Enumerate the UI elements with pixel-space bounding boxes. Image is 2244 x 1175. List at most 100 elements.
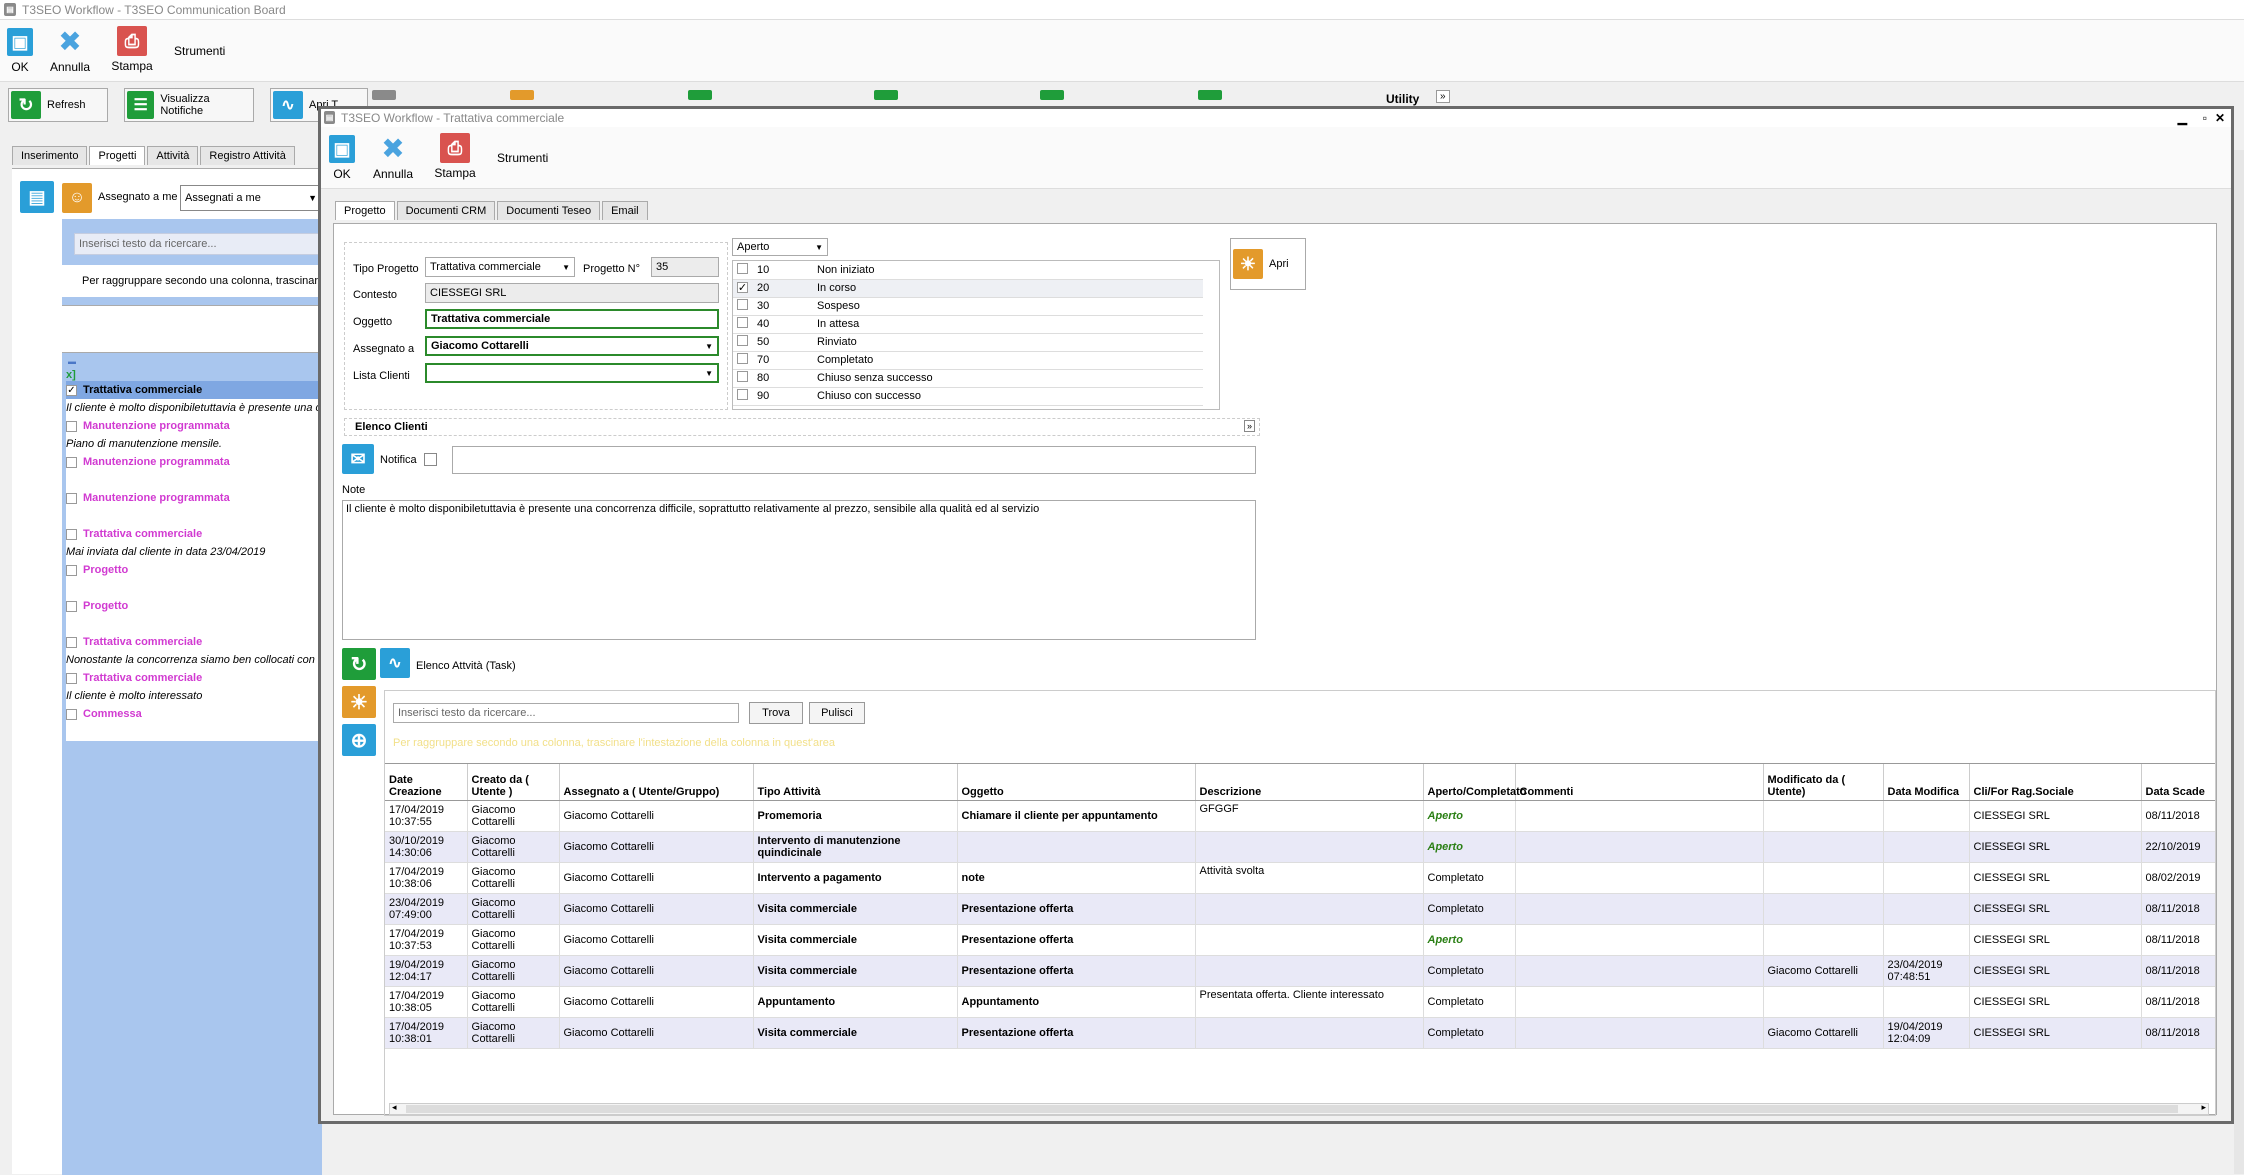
- scrollbar-thumb[interactable]: [406, 1105, 2178, 1113]
- status-row[interactable]: 90 Chiuso con successo: [733, 387, 1203, 406]
- trova-button[interactable]: Trova: [749, 702, 803, 724]
- tab-registro-attivita[interactable]: Registro Attività: [200, 146, 295, 165]
- minimize-icon[interactable]: ▁: [2178, 109, 2187, 127]
- left-item-checkbox[interactable]: [66, 456, 77, 468]
- left-list-item[interactable]: Trattativa commerciale Mai inviata dal cl…: [62, 525, 322, 561]
- grid-header-cell[interactable]: Descrizione: [1195, 764, 1424, 801]
- excel-icon[interactable]: x]: [66, 369, 76, 381]
- oggetto-input[interactable]: Trattativa commerciale: [425, 309, 719, 329]
- status-checkbox[interactable]: [737, 389, 748, 400]
- left-item-checkbox[interactable]: [66, 600, 77, 612]
- status-checkbox[interactable]: ✓: [737, 282, 748, 294]
- status-row[interactable]: ✓ 20 In corso: [733, 279, 1203, 298]
- dialog-stampa-button[interactable]: ⎙ Stampa: [433, 133, 477, 180]
- status-row[interactable]: 30 Sospeso: [733, 297, 1203, 316]
- pulisci-button[interactable]: Pulisci: [809, 702, 865, 724]
- grid-header-cell[interactable]: Assegnato a ( Utente/Gruppo): [559, 764, 754, 801]
- grid-header-cell[interactable]: Commenti: [1515, 764, 1764, 801]
- left-item-checkbox[interactable]: [66, 708, 77, 720]
- status-checkbox[interactable]: [737, 262, 748, 274]
- main-annulla-button[interactable]: ✖ Annulla: [46, 28, 94, 75]
- grid-header-cell[interactable]: Aperto/Completato: [1423, 764, 1527, 801]
- main-ok-button[interactable]: ▣ OK: [4, 28, 36, 74]
- tab-progetti[interactable]: Progetti: [89, 146, 146, 165]
- note-textarea[interactable]: Il cliente è molto disponibiletuttavia è…: [342, 500, 1256, 640]
- grid-header-cell[interactable]: Oggetto: [957, 764, 1196, 801]
- left-list-item[interactable]: Commessa: [62, 705, 322, 741]
- grid-row[interactable]: 17/04/2019 10:38:05 Giacomo Cottarelli Gia…: [385, 986, 2215, 1018]
- left-search-input[interactable]: Inserisci testo da ricercare...: [74, 233, 322, 255]
- grid-header-cell[interactable]: Tipo Attività: [753, 764, 958, 801]
- close-icon[interactable]: ✕: [2215, 109, 2225, 127]
- left-list-item[interactable]: Progetto: [62, 597, 322, 633]
- contesto-field[interactable]: CIESSEGI SRL: [425, 283, 719, 303]
- grid-row[interactable]: 19/04/2019 12:04:17 Giacomo Cottarelli Gia…: [385, 955, 2215, 987]
- main-stampa-button[interactable]: ⎙ Stampa: [110, 26, 154, 73]
- grid-header-cell[interactable]: Cli/For Rag.Sociale: [1969, 764, 2142, 801]
- activity-open-icon[interactable]: ☀: [342, 686, 376, 718]
- assegnato-a-select[interactable]: Giacomo Cottarelli ▼: [425, 336, 719, 356]
- tab-email[interactable]: Email: [602, 201, 648, 220]
- status-row[interactable]: 80 Chiuso senza successo: [733, 369, 1203, 388]
- grid-row[interactable]: 23/04/2019 07:49:00 Giacomo Cottarelli Gia…: [385, 893, 2215, 925]
- assegnato-select[interactable]: Assegnati a me ▼: [180, 185, 322, 211]
- grid-row[interactable]: 17/04/2019 10:38:01 Giacomo Cottarelli Gia…: [385, 1017, 2215, 1049]
- tab-inserimento[interactable]: Inserimento: [12, 146, 88, 165]
- left-list-item[interactable]: Manutenzione programmata: [62, 453, 322, 489]
- left-list-item[interactable]: Trattativa commerciale Nonostante la conc…: [62, 633, 322, 669]
- status-row[interactable]: 10 Non iniziato: [733, 261, 1203, 280]
- ribbon-tool-icon-5[interactable]: [1040, 90, 1064, 100]
- tab-documenti-crm[interactable]: Documenti CRM: [396, 201, 496, 220]
- status-checkbox[interactable]: [737, 317, 748, 328]
- left-list-item[interactable]: Manutenzione programmata Piano di manuten…: [62, 417, 322, 453]
- status-row[interactable]: 50 Rinviato: [733, 333, 1203, 352]
- left-list-item[interactable]: Progetto: [62, 561, 322, 597]
- grid-header-cell[interactable]: Creato da ( Utente ): [467, 764, 560, 801]
- left-list-item[interactable]: Manutenzione programmata: [62, 489, 322, 525]
- status-checkbox[interactable]: [737, 353, 748, 364]
- grid-header-cell[interactable]: Data Scade: [2141, 764, 2215, 801]
- activity-add-icon[interactable]: ⊕: [342, 724, 376, 756]
- notifica-text-input[interactable]: [452, 446, 1256, 474]
- lista-clienti-select[interactable]: ▼: [425, 363, 719, 383]
- left-item-checkbox[interactable]: [66, 564, 77, 576]
- list-view-icon[interactable]: ▤: [20, 181, 54, 213]
- grid-header-cell[interactable]: Modificato da ( Utente): [1763, 764, 1884, 801]
- left-list-item[interactable]: Trattativa commerciale Il cliente è molto…: [62, 669, 322, 705]
- dialog-strumenti[interactable]: Strumenti: [497, 151, 548, 165]
- tab-documenti-teseo[interactable]: Documenti Teseo: [497, 201, 601, 220]
- horizontal-scrollbar[interactable]: ◂ ▸: [389, 1102, 2209, 1115]
- ribbon-tool-icon-4[interactable]: [874, 90, 898, 100]
- status-row[interactable]: 70 Completato: [733, 351, 1203, 370]
- grid-row[interactable]: 17/04/2019 10:37:53 Giacomo Cottarelli Gia…: [385, 924, 2215, 956]
- dialog-annulla-button[interactable]: ✖ Annulla: [369, 135, 417, 182]
- activity-search-input[interactable]: Inserisci testo da ricercare...: [393, 703, 739, 723]
- status-checkbox[interactable]: [737, 299, 748, 310]
- tab-progetto[interactable]: Progetto: [335, 201, 395, 220]
- left-item-checkbox[interactable]: [66, 492, 77, 504]
- status-checkbox[interactable]: [737, 335, 748, 346]
- scroll-right-icon[interactable]: ▸: [2201, 1102, 2206, 1113]
- left-item-checkbox[interactable]: [66, 420, 77, 432]
- maximize-icon[interactable]: ▫: [2203, 109, 2207, 127]
- grid-header-cell[interactable]: Date Creazione: [385, 764, 468, 801]
- left-item-checkbox[interactable]: [66, 672, 77, 684]
- ribbon-more-icon[interactable]: »: [1436, 90, 1450, 103]
- notifica-checkbox[interactable]: [424, 453, 437, 466]
- grid-row[interactable]: 17/04/2019 10:38:06 Giacomo Cottarelli Gia…: [385, 862, 2215, 894]
- filter-row-icon[interactable]: ▬: [68, 357, 76, 366]
- dialog-ok-button[interactable]: ▣ OK: [327, 135, 357, 181]
- visualizza-notifiche-button[interactable]: ☰ Visualizza Notifiche: [124, 88, 254, 122]
- grid-row[interactable]: 30/10/2019 14:30:06 Giacomo Cottarelli Gia…: [385, 831, 2215, 863]
- utility-label[interactable]: Utility: [1386, 92, 1419, 106]
- main-vertical-scrollbar[interactable]: [2234, 150, 2244, 1174]
- status-checkbox[interactable]: [737, 371, 748, 382]
- refresh-button[interactable]: ↻ Refresh: [8, 88, 108, 122]
- left-item-checkbox[interactable]: [66, 528, 77, 540]
- apri-button[interactable]: ☀ Apri: [1230, 238, 1306, 290]
- left-item-checkbox[interactable]: ✓: [66, 384, 77, 396]
- expand-icon[interactable]: »: [1243, 420, 1255, 432]
- scroll-left-icon[interactable]: ◂: [392, 1102, 397, 1113]
- grid-header-cell[interactable]: Data Modifica: [1883, 764, 1970, 801]
- left-list-item[interactable]: ✓ Trattativa commerciale Il cliente è molt…: [62, 381, 322, 417]
